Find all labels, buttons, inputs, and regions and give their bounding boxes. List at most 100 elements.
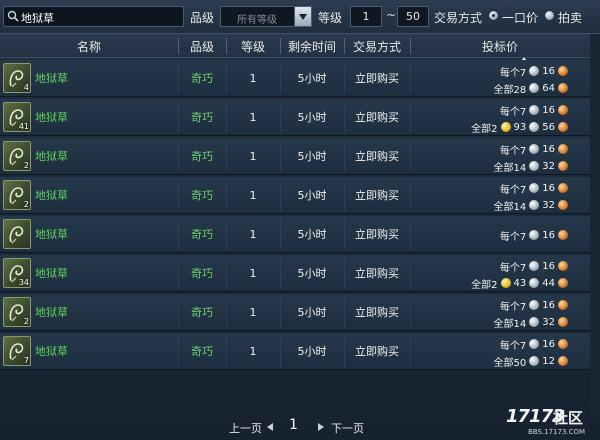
price-total: 全部14 32 — [494, 197, 568, 213]
price-total-copper: 64 — [542, 82, 555, 94]
item-trade-method: 立即购买 — [355, 228, 399, 241]
price-each-label: 每个7 — [499, 262, 527, 274]
arrow-right-icon[interactable] — [318, 423, 324, 431]
item-name[interactable]: 地狱草 — [35, 138, 68, 175]
copper-coin-icon — [558, 66, 568, 76]
item-name[interactable]: 地狱草 — [35, 99, 68, 136]
prev-page-button[interactable]: 上一页 — [229, 420, 262, 436]
item-name[interactable]: 地狱草 — [35, 255, 68, 292]
price-total: 全部14 32 — [494, 158, 568, 174]
price-each-label: 每个7 — [499, 301, 527, 313]
column-header-bid-price[interactable]: 投标价 — [410, 38, 590, 55]
item-trade-method: 立即购买 — [355, 345, 399, 358]
item-grade: 奇巧 — [191, 267, 213, 280]
table-row[interactable]: 4 地狱草 奇巧 1 5小时 立即购买 每个7 16 全部28 64 — [0, 60, 590, 97]
column-divider — [410, 63, 411, 94]
herb-item-icon[interactable] — [3, 219, 31, 249]
table-row[interactable]: 7 地狱草 奇巧 1 5小时 立即购买 每个7 16 全部50 12 — [0, 333, 590, 370]
price-total-label: 全部14 — [493, 162, 527, 174]
table-row[interactable]: 2 地狱草 奇巧 1 5小时 立即购买 每个7 16 全部14 32 — [0, 294, 590, 331]
chevron-down-icon[interactable] — [294, 7, 311, 26]
item-name[interactable]: 地狱草 — [35, 177, 68, 214]
item-quantity: 4 — [23, 83, 29, 92]
gold-coin-icon — [500, 122, 511, 132]
copper-coin-icon — [558, 144, 568, 154]
herb-item-icon[interactable]: 34 — [3, 258, 31, 288]
price-each: 每个7 16 — [500, 336, 568, 352]
price-total-silver: 43 — [513, 277, 527, 289]
item-grade: 奇巧 — [191, 306, 213, 319]
price-each: 每个7 16 — [500, 297, 568, 313]
price-total-label: 全部14 — [493, 318, 527, 330]
search-input[interactable]: 地狱草 — [3, 6, 184, 27]
table-row[interactable]: 34 地狱草 奇巧 1 5小时 立即购买 每个7 16 全部2 43 44 — [0, 255, 590, 292]
item-name[interactable]: 地狱草 — [35, 333, 68, 370]
copper-coin-icon — [558, 200, 568, 210]
option-single-price-label[interactable]: 一口价 — [502, 9, 538, 26]
item-name[interactable]: 地狱草 — [35, 294, 68, 331]
item-name[interactable]: 地狱草 — [35, 216, 68, 253]
filter-bar: 地狱草 品级 所有等级 等级 1 ~ 50 交易方式 一口价 拍卖 — [0, 0, 600, 34]
gold-coin-icon — [500, 278, 511, 288]
price-total-copper: 32 — [542, 199, 555, 211]
price-each-copper: 16 — [542, 65, 555, 77]
price-each-copper: 16 — [542, 299, 555, 311]
price-total: 全部50 12 — [494, 353, 568, 369]
copper-coin-icon — [558, 83, 568, 93]
herb-item-icon[interactable]: 4 — [3, 63, 31, 93]
item-name[interactable]: 地狱草 — [35, 60, 68, 97]
silver-coin-icon — [529, 183, 540, 193]
silver-coin-icon — [529, 261, 540, 271]
silver-coin-icon — [529, 278, 540, 288]
herb-item-icon[interactable]: 7 — [3, 336, 31, 366]
item-level: 1 — [249, 306, 257, 319]
copper-coin-icon — [558, 356, 568, 366]
next-page-button[interactable]: 下一页 — [331, 420, 364, 436]
scrollbar-track[interactable] — [590, 34, 600, 414]
watermark-text: 社区 — [553, 409, 584, 427]
price-total: 全部28 64 — [494, 80, 568, 96]
silver-coin-icon — [529, 230, 540, 240]
radio-single-price[interactable] — [488, 10, 499, 21]
item-level: 1 — [249, 228, 257, 241]
table-row[interactable]: 2 地狱草 奇巧 1 5小时 立即购买 每个7 16 全部14 32 — [0, 177, 590, 214]
item-level: 1 — [249, 150, 257, 163]
column-header-level[interactable]: 等级 — [226, 38, 280, 55]
column-header-time-left[interactable]: 剩余时间 — [280, 38, 344, 55]
item-trade-method: 立即购买 — [355, 150, 399, 163]
column-header-name[interactable]: 名称 — [0, 38, 178, 55]
table-row[interactable]: 地狱草 奇巧 1 5小时 立即购买 每个7 16 — [0, 216, 590, 253]
table-row[interactable]: 41 地狱草 奇巧 1 5小时 立即购买 每个7 16 全部2 93 56 — [0, 99, 590, 136]
silver-coin-icon — [529, 83, 540, 93]
price-each-copper: 16 — [542, 143, 555, 155]
copper-coin-icon — [558, 300, 568, 310]
price-each-label: 每个7 — [499, 67, 527, 79]
copper-coin-icon — [558, 339, 568, 349]
item-level: 1 — [249, 111, 257, 124]
herb-item-icon[interactable]: 2 — [3, 141, 31, 171]
auction-window: 地狱草 品级 所有等级 等级 1 ~ 50 交易方式 一口价 拍卖 名称 品级 … — [0, 0, 600, 440]
radio-auction[interactable] — [544, 10, 555, 21]
item-grade: 奇巧 — [191, 150, 213, 163]
copper-coin-icon — [558, 317, 568, 327]
price-each-label: 每个7 — [499, 145, 527, 157]
arrow-left-icon[interactable] — [267, 423, 273, 431]
herb-item-icon[interactable]: 2 — [3, 180, 31, 210]
table-row[interactable]: 2 地狱草 奇巧 1 5小时 立即购买 每个7 16 全部14 32 — [0, 138, 590, 175]
column-divider — [410, 219, 411, 250]
herb-item-icon[interactable]: 41 — [3, 102, 31, 132]
price-each-label: 每个7 — [499, 106, 527, 118]
column-header-trade-method[interactable]: 交易方式 — [344, 38, 410, 55]
price-each-label: 每个7 — [499, 184, 527, 196]
grade-select[interactable]: 所有等级 — [220, 6, 312, 27]
item-time-left: 5小时 — [297, 111, 327, 124]
table-header: 名称 品级 等级 剩余时间 交易方式 投标价 — [0, 34, 600, 58]
copper-coin-icon — [558, 122, 568, 132]
level-max-input[interactable]: 50 — [397, 6, 429, 27]
search-value: 地狱草 — [21, 12, 54, 25]
item-trade-method: 立即购买 — [355, 267, 399, 280]
herb-item-icon[interactable]: 2 — [3, 297, 31, 327]
level-min-input[interactable]: 1 — [350, 6, 382, 27]
column-header-grade[interactable]: 品级 — [178, 38, 226, 55]
option-auction-label[interactable]: 拍卖 — [558, 9, 582, 26]
